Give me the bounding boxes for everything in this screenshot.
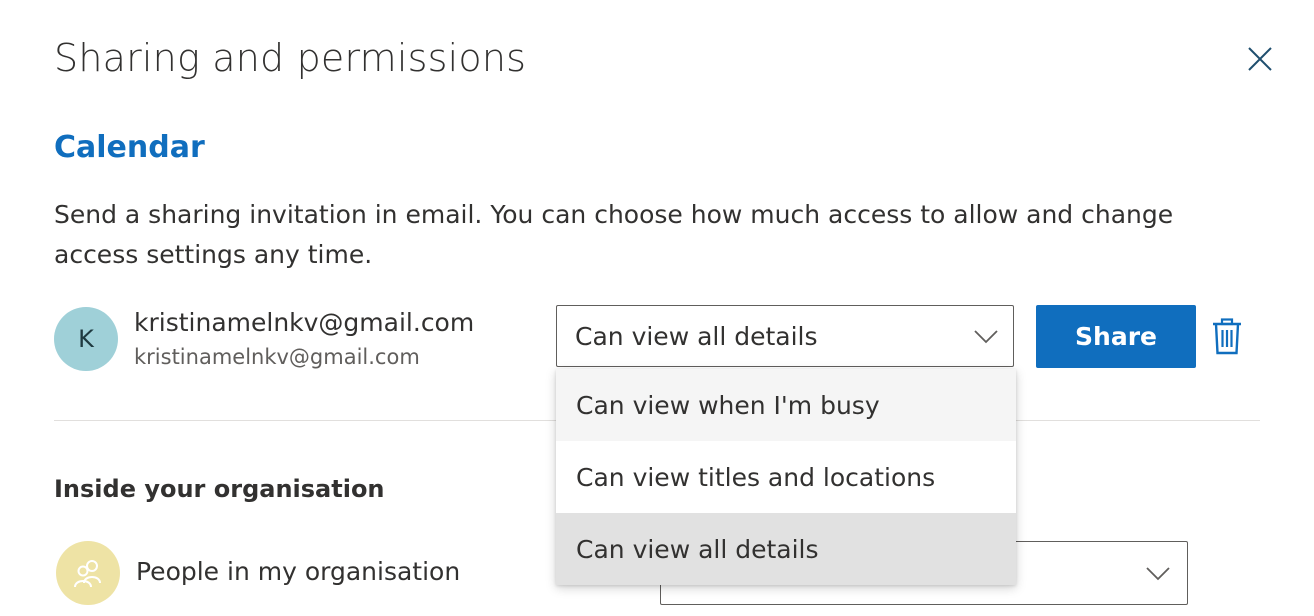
invitee-name: kristinamelnkv@gmail.com <box>134 308 475 337</box>
menu-option-label: Can view all details <box>576 534 819 564</box>
chevron-down-icon <box>1146 567 1170 581</box>
calendar-heading: Calendar <box>54 130 205 165</box>
share-button-label: Share <box>1075 322 1157 351</box>
sharing-description: Send a sharing invitation in email. You … <box>54 200 1174 269</box>
avatar-initial: K <box>78 325 94 353</box>
organisation-heading: Inside your organisation <box>54 475 385 503</box>
permission-selected-value: Can view all details <box>575 321 818 351</box>
organisation-avatar <box>56 541 120 605</box>
share-button[interactable]: Share <box>1036 305 1196 368</box>
dialog-title: Sharing and permissions <box>54 36 527 80</box>
menu-option-busy[interactable]: Can view when I'm busy <box>556 369 1016 441</box>
menu-option-titles-locations[interactable]: Can view titles and locations <box>556 441 1016 513</box>
permission-dropdown[interactable]: Can view all details <box>556 305 1014 367</box>
invitee-email: kristinamelnkv@gmail.com <box>134 345 420 369</box>
chevron-down-icon <box>974 330 998 344</box>
people-icon <box>74 560 101 588</box>
trash-icon <box>1213 318 1241 355</box>
close-button[interactable] <box>1240 40 1280 80</box>
organisation-group-label: People in my organisation <box>136 557 461 586</box>
close-icon <box>1248 47 1272 71</box>
menu-option-label: Can view titles and locations <box>576 462 936 492</box>
invitee-avatar: K <box>54 307 118 371</box>
menu-option-label: Can view when I'm busy <box>576 390 880 420</box>
sharing-permissions-dialog: Sharing and permissions Calendar Send a … <box>0 0 1314 616</box>
menu-option-all-details[interactable]: Can view all details <box>556 513 1016 585</box>
permission-menu: Can view when I'm busy Can view titles a… <box>556 369 1016 585</box>
delete-invitee-button[interactable] <box>1210 318 1244 356</box>
